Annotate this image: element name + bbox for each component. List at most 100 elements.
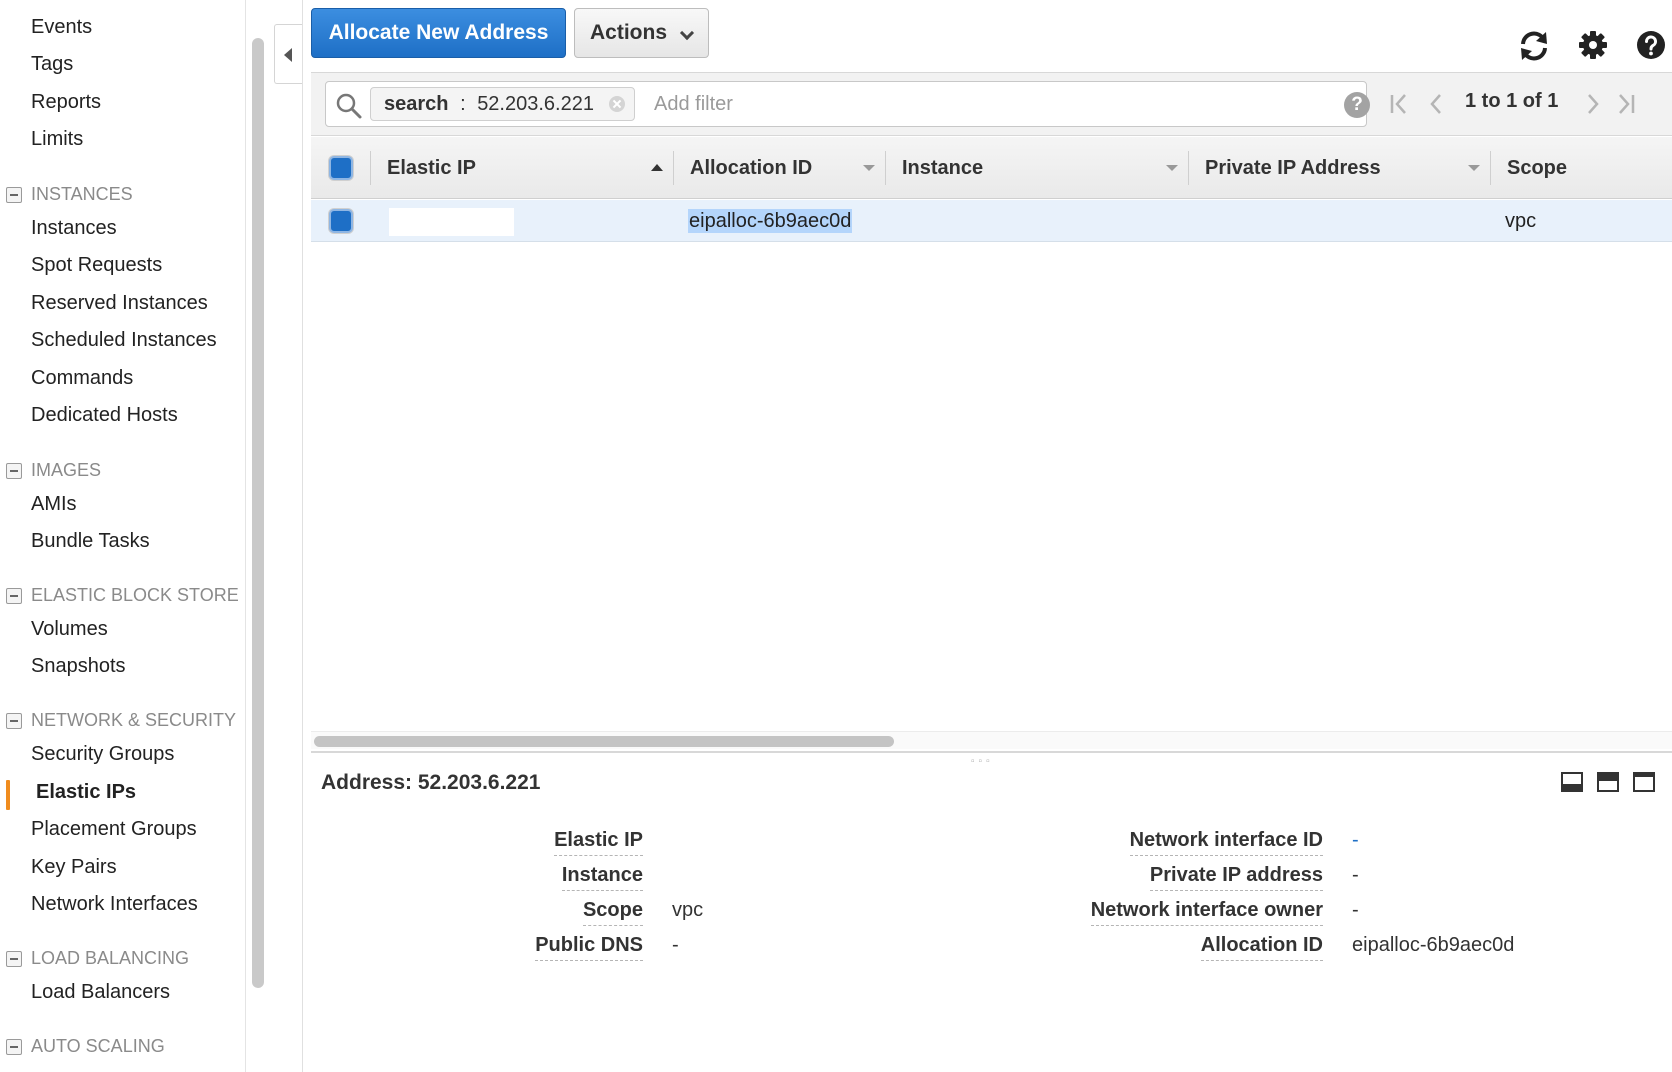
collapse-icon[interactable] — [6, 712, 22, 729]
splitter-grip-icon[interactable]: ▫▫▫ — [971, 756, 994, 767]
last-page-icon[interactable] — [1615, 89, 1637, 119]
sidebar-item-network-interfaces[interactable]: Network Interfaces — [31, 893, 198, 916]
detail-value-private-ip-address: - — [1352, 864, 1359, 886]
collapse-sidebar-toggle[interactable] — [274, 24, 302, 84]
add-filter-input[interactable] — [652, 88, 1302, 120]
collapse-icon[interactable] — [6, 186, 22, 203]
column-divider — [1490, 151, 1491, 185]
help-icon[interactable] — [1636, 30, 1666, 60]
sidebar-item-placement-groups[interactable]: Placement Groups — [31, 818, 197, 841]
select-all-checkbox[interactable] — [329, 156, 353, 180]
detail-label-private-ip-address: Private IP address — [1149, 864, 1323, 891]
sidebar-scrollbar[interactable] — [252, 38, 264, 988]
section-title: IMAGES — [31, 460, 102, 480]
refresh-icon[interactable] — [1516, 28, 1552, 64]
column-header-instance[interactable]: Instance — [902, 137, 983, 199]
sidebar-item-load-balancers[interactable]: Load Balancers — [31, 981, 170, 1004]
collapse-icon[interactable] — [6, 950, 22, 967]
collapse-icon[interactable] — [6, 587, 22, 604]
sidebar-item-elastic-ips[interactable]: Elastic IPs — [36, 781, 136, 804]
column-divider — [885, 151, 886, 185]
previous-page-icon[interactable] — [1427, 89, 1445, 119]
cell-scope: vpc — [1505, 210, 1537, 232]
actions-dropdown-button[interactable]: Actions — [574, 8, 709, 58]
next-page-icon[interactable] — [1584, 89, 1602, 119]
detail-label-allocation-id: Allocation ID — [1200, 934, 1323, 961]
detail-label-instance: Instance — [561, 864, 643, 891]
column-header-allocation-id[interactable]: Allocation ID — [690, 137, 812, 199]
table-row[interactable]: eipalloc-6b9aec0d vpc — [311, 200, 1672, 242]
allocate-new-address-button[interactable]: Allocate New Address — [311, 8, 566, 58]
scrollbar-thumb[interactable] — [314, 736, 894, 747]
section-elastic-block-store[interactable]: ELASTIC BLOCK STORE — [6, 585, 239, 606]
sidebar-item-key-pairs[interactable]: Key Pairs — [31, 856, 117, 879]
filter-token[interactable]: search : 52.203.6.221 — [370, 87, 635, 121]
pane-splitter[interactable]: ▫▫▫ — [311, 751, 1672, 767]
section-images[interactable]: IMAGES — [6, 460, 101, 481]
pagination-range: 1 to 1 of 1 — [1465, 90, 1559, 112]
section-title: LOAD BALANCING — [31, 948, 190, 968]
sidebar-item-reports[interactable]: Reports — [31, 91, 101, 114]
gear-icon[interactable] — [1578, 30, 1608, 60]
sidebar-item-tags[interactable]: Tags — [31, 53, 73, 76]
cell-allocation-id-text: eipalloc-6b9aec0d — [688, 209, 853, 233]
search-box[interactable]: search : 52.203.6.221 ? — [325, 81, 1370, 127]
first-page-icon[interactable] — [1388, 89, 1410, 119]
chevron-down-icon — [679, 25, 695, 41]
detail-value-allocation-id: eipalloc-6b9aec0d — [1352, 934, 1515, 956]
sidebar-item-dedicated-hosts[interactable]: Dedicated Hosts — [31, 404, 178, 427]
detail-value-network-interface-owner: - — [1352, 899, 1359, 921]
pane-small-icon[interactable] — [1561, 772, 1583, 792]
section-title: AUTO SCALING — [31, 1036, 165, 1056]
section-title: NETWORK & SECURITY — [31, 710, 237, 730]
detail-label-public-dns: Public DNS — [535, 934, 643, 961]
section-network-security[interactable]: NETWORK & SECURITY — [6, 710, 236, 731]
sidebar-item-limits[interactable]: Limits — [31, 128, 83, 151]
sidebar-item-snapshots[interactable]: Snapshots — [31, 655, 126, 678]
column-divider — [370, 151, 371, 185]
pane-maximize-icon[interactable] — [1633, 772, 1655, 792]
sidebar-item-security-groups[interactable]: Security Groups — [31, 743, 174, 766]
horizontal-scrollbar[interactable] — [311, 731, 1672, 749]
collapse-icon[interactable] — [6, 462, 22, 479]
filter-token-separator: : — [460, 93, 466, 115]
sidebar-divider — [269, 0, 303, 1072]
sidebar-item-bundle-tasks[interactable]: Bundle Tasks — [31, 530, 150, 553]
sort-toggle-icon[interactable] — [1166, 165, 1178, 171]
actions-label: Actions — [590, 21, 668, 44]
column-header-private-ip-address[interactable]: Private IP Address — [1205, 137, 1381, 199]
detail-value-network-interface-id[interactable]: - — [1352, 829, 1359, 852]
collapse-icon[interactable] — [6, 1038, 22, 1055]
sidebar-item-commands[interactable]: Commands — [31, 367, 133, 390]
sidebar-item-volumes[interactable]: Volumes — [31, 618, 108, 641]
sidebar: Events Tags Reports Limits INSTANCES Ins… — [0, 0, 246, 1072]
filter-help-icon[interactable]: ? — [1344, 92, 1370, 118]
sidebar-item-amis[interactable]: AMIs — [31, 493, 77, 516]
sidebar-item-scheduled-instances[interactable]: Scheduled Instances — [31, 329, 217, 352]
filter-bar: search : 52.203.6.221 ? 1 to 1 of 1 — [311, 72, 1672, 136]
sidebar-item-reserved-instances[interactable]: Reserved Instances — [31, 292, 208, 315]
section-title: ELASTIC BLOCK STORE — [31, 585, 239, 605]
pane-medium-icon[interactable] — [1597, 772, 1619, 792]
search-icon — [336, 93, 362, 119]
sidebar-item-spot-requests[interactable]: Spot Requests — [31, 254, 162, 277]
section-title: INSTANCES — [31, 184, 133, 204]
column-header-elastic-ip[interactable]: Elastic IP — [387, 137, 476, 199]
detail-value-public-dns: - — [672, 934, 679, 956]
sort-toggle-icon[interactable] — [1468, 165, 1480, 171]
sidebar-item-instances[interactable]: Instances — [31, 217, 117, 240]
remove-filter-icon[interactable] — [608, 96, 625, 112]
row-checkbox[interactable] — [329, 209, 353, 233]
detail-label-elastic-ip: Elastic IP — [554, 829, 643, 856]
sort-toggle-icon[interactable] — [863, 165, 875, 171]
section-instances[interactable]: INSTANCES — [6, 184, 133, 205]
detail-label-network-interface-owner: Network interface owner — [1090, 899, 1323, 926]
table-header: Elastic IP Allocation ID Instance Privat… — [311, 137, 1672, 199]
sort-ascending-icon[interactable] — [651, 164, 663, 171]
column-header-scope[interactable]: Scope — [1507, 137, 1567, 199]
redacted-elastic-ip — [389, 208, 514, 236]
section-load-balancing[interactable]: LOAD BALANCING — [6, 948, 189, 969]
active-item-marker — [6, 780, 10, 810]
sidebar-item-events[interactable]: Events — [31, 16, 92, 39]
section-auto-scaling[interactable]: AUTO SCALING — [6, 1036, 165, 1057]
